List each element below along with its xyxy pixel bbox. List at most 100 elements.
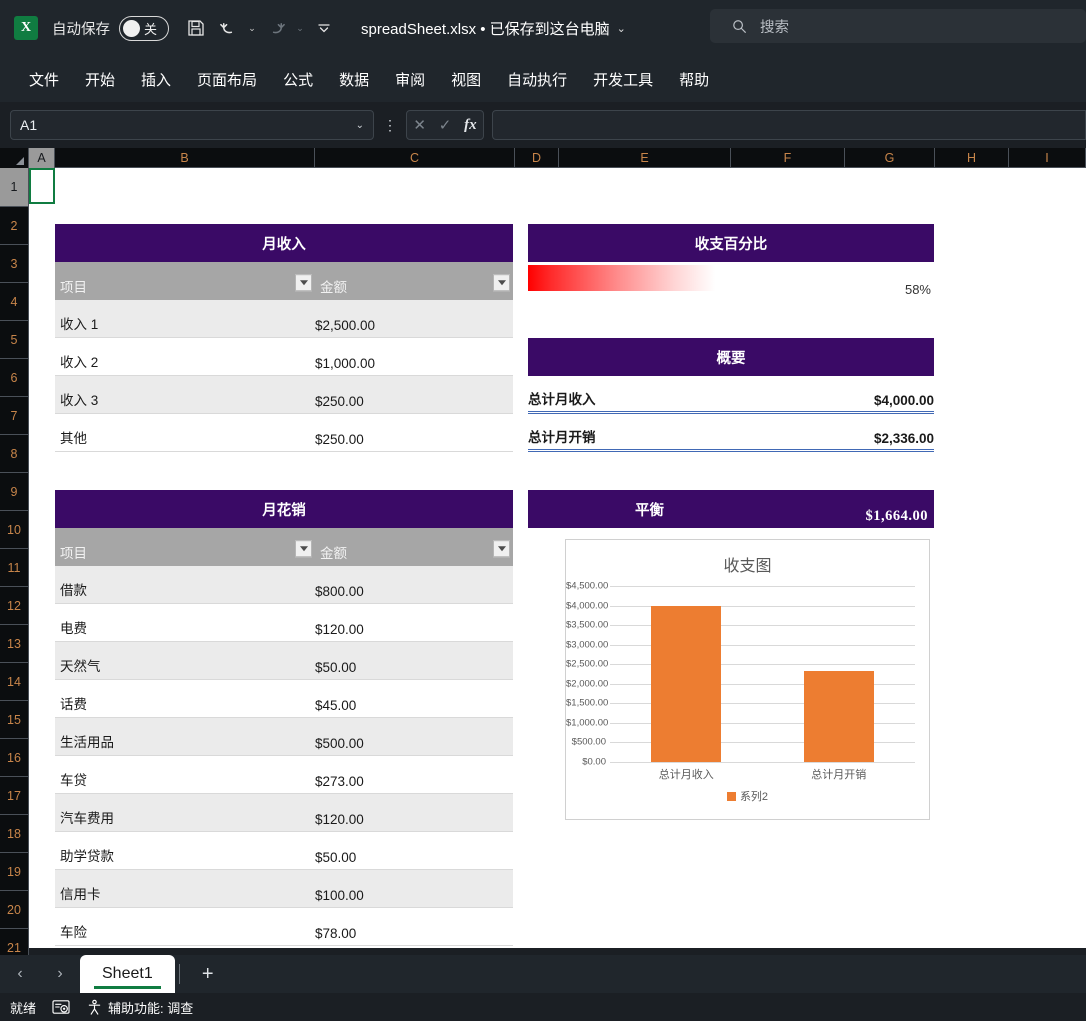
expense-table-row[interactable]: 话费 $45.00 xyxy=(55,680,513,718)
status-state-label: 就绪 xyxy=(10,1000,37,1016)
ribbon-tab-0[interactable]: 文件 xyxy=(18,64,70,95)
column-header-I[interactable]: I xyxy=(1009,148,1086,168)
row-header-19[interactable]: 19 xyxy=(0,853,29,891)
chart-bar[interactable] xyxy=(803,670,874,762)
record-macro-icon[interactable] xyxy=(52,999,70,1015)
expense-table-row[interactable]: 助学贷款 $50.00 xyxy=(55,832,513,870)
customize-qat-icon[interactable] xyxy=(309,13,339,43)
chart-bar[interactable] xyxy=(651,605,722,762)
ribbon-tab-1[interactable]: 开始 xyxy=(74,64,126,95)
formula-bar-options-icon[interactable]: ⋮ xyxy=(383,117,397,134)
autosave-label: 自动保存 xyxy=(52,21,110,38)
row-header-7[interactable]: 7 xyxy=(0,397,29,435)
ribbon-tab-10[interactable]: 帮助 xyxy=(668,64,720,95)
income-table-row[interactable]: 收入 3 $250.00 xyxy=(55,376,513,414)
expense-table-row[interactable]: 电费 $120.00 xyxy=(55,604,513,642)
row-header-17[interactable]: 17 xyxy=(0,777,29,815)
row-header-11[interactable]: 11 xyxy=(0,549,29,587)
expense-table-row[interactable]: 车贷 $273.00 xyxy=(55,756,513,794)
row-header-20[interactable]: 20 xyxy=(0,891,29,929)
income-table-row[interactable]: 收入 2 $1,000.00 xyxy=(55,338,513,376)
expense-item-name: 车贷 xyxy=(60,773,87,788)
name-box[interactable]: A1 ⌄ xyxy=(10,110,374,140)
ribbon-tab-2[interactable]: 插入 xyxy=(130,64,182,95)
autosave-toggle[interactable]: 关 xyxy=(119,15,169,41)
undo-icon[interactable] xyxy=(213,13,243,43)
sheet-tab-sheet1[interactable]: Sheet1 xyxy=(80,955,175,993)
income-table-row[interactable]: 收入 1 $2,500.00 xyxy=(55,300,513,338)
row-header-18[interactable]: 18 xyxy=(0,815,29,853)
chevron-right-icon[interactable]: › xyxy=(40,965,80,983)
column-header-C[interactable]: C xyxy=(315,148,515,168)
active-cell-a1[interactable] xyxy=(29,168,55,204)
column-header-G[interactable]: G xyxy=(845,148,935,168)
column-header-D[interactable]: D xyxy=(515,148,559,168)
ribbon-tab-4[interactable]: 公式 xyxy=(272,64,324,95)
ribbon-tab-8[interactable]: 自动执行 xyxy=(496,64,578,95)
row-header-12[interactable]: 12 xyxy=(0,587,29,625)
expense-table-row[interactable]: 汽车费用 $120.00 xyxy=(55,794,513,832)
column-header-H[interactable]: H xyxy=(935,148,1009,168)
row-header-14[interactable]: 14 xyxy=(0,663,29,701)
fx-icon[interactable]: fx xyxy=(464,117,477,134)
filter-dropdown-icon[interactable] xyxy=(295,540,312,558)
expense-table-row[interactable]: 信用卡 $100.00 xyxy=(55,870,513,908)
expense-item-amount: $45.00 xyxy=(315,698,357,713)
expense-table-row[interactable]: 生活用品 $500.00 xyxy=(55,718,513,756)
filter-dropdown-icon[interactable] xyxy=(295,274,312,292)
sheet-canvas[interactable]: 月收入 项目 金额 收入 1 $2,500.00 收入 2 $1,000.00 收入 3… xyxy=(29,168,1086,948)
row-header-9[interactable]: 9 xyxy=(0,473,29,511)
formula-input[interactable] xyxy=(492,110,1086,140)
ribbon-tab-9[interactable]: 开发工具 xyxy=(582,64,664,95)
expense-item-name: 借款 xyxy=(60,583,87,598)
expense-item-amount: $100.00 xyxy=(315,888,364,903)
row-header-16[interactable]: 16 xyxy=(0,739,29,777)
chevron-down-icon[interactable]: ⌄ xyxy=(356,120,364,131)
row-header-6[interactable]: 6 xyxy=(0,359,29,397)
column-header-F[interactable]: F xyxy=(731,148,845,168)
column-header-B[interactable]: B xyxy=(55,148,315,168)
filter-dropdown-icon[interactable] xyxy=(493,540,510,558)
legend-swatch xyxy=(726,791,736,801)
expense-table-row[interactable]: 天然气 $50.00 xyxy=(55,642,513,680)
search-input[interactable]: 搜索 xyxy=(710,9,1086,43)
row-header-3[interactable]: 3 xyxy=(0,245,29,283)
undo-dropdown-icon[interactable]: ⌄ xyxy=(245,23,259,34)
row-header-2[interactable]: 2 xyxy=(0,207,29,245)
save-icon[interactable] xyxy=(181,13,211,43)
chevron-left-icon[interactable]: ‹ xyxy=(0,965,40,983)
ribbon-tab-7[interactable]: 视图 xyxy=(440,64,492,95)
income-item-name: 其他 xyxy=(60,431,87,446)
column-header-E[interactable]: E xyxy=(559,148,731,168)
chart-y-tick-label: $0.00 xyxy=(582,756,606,768)
ribbon-tab-3[interactable]: 页面布局 xyxy=(186,64,268,95)
row-header-10[interactable]: 10 xyxy=(0,511,29,549)
filter-dropdown-icon[interactable] xyxy=(493,274,510,292)
expense-item-name: 车险 xyxy=(60,925,87,940)
expense-table-row[interactable]: 借款 $800.00 xyxy=(55,566,513,604)
row-header-8[interactable]: 8 xyxy=(0,435,29,473)
column-header-A[interactable]: A xyxy=(29,148,55,168)
income-expense-chart[interactable]: 收支图 $4,500.00 $4,000.00 $3,500.00 $3,000.00… xyxy=(565,539,930,820)
row-header-5[interactable]: 5 xyxy=(0,321,29,359)
chart-title: 收支图 xyxy=(723,558,772,575)
income-item-name: 收入 1 xyxy=(60,317,99,332)
chart-y-tick-label: $2,500.00 xyxy=(566,658,609,670)
expense-table-row[interactable]: 车险 $78.00 xyxy=(55,908,513,946)
income-table-row[interactable]: 其他 $250.00 xyxy=(55,414,513,452)
add-sheet-button[interactable]: + xyxy=(180,963,236,986)
chart-y-tick-label: $4,500.00 xyxy=(566,580,609,592)
chevron-down-icon[interactable]: ⌄ xyxy=(617,22,626,35)
document-title[interactable]: spreadSheet.xlsx • 已保存到这台电脑 ⌄ xyxy=(361,18,626,39)
ribbon-tab-6[interactable]: 审阅 xyxy=(384,64,436,95)
row-header-15[interactable]: 15 xyxy=(0,701,29,739)
accessibility-status[interactable]: 辅助功能: 调查 xyxy=(86,998,193,1017)
expense-item-name: 天然气 xyxy=(60,659,101,674)
summary-row-value: $2,336.00 xyxy=(873,431,934,446)
row-header-4[interactable]: 4 xyxy=(0,283,29,321)
ribbon-tab-5[interactable]: 数据 xyxy=(328,64,380,95)
row-header-13[interactable]: 13 xyxy=(0,625,29,663)
select-all-corner[interactable] xyxy=(0,148,29,168)
expense-item-name: 生活用品 xyxy=(60,735,114,750)
row-header-1[interactable]: 1 xyxy=(0,168,29,207)
